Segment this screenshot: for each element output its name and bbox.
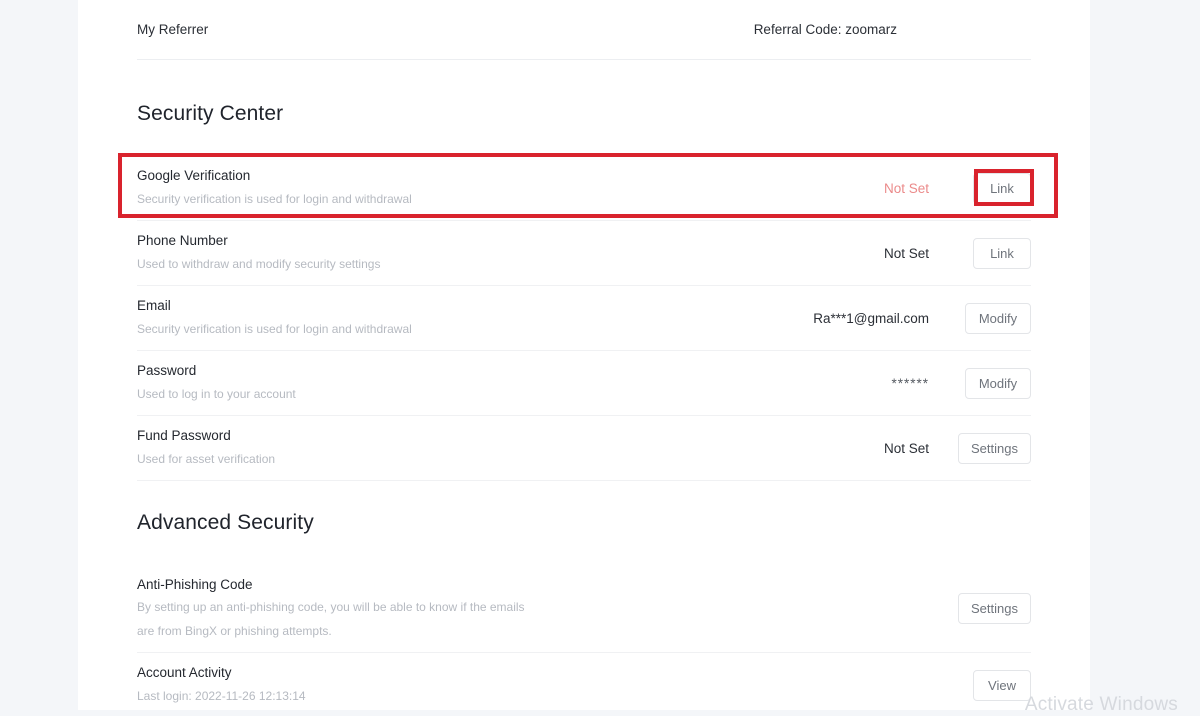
row-description: Last login: 2022-11-26 12:13:14 [137,688,306,703]
row-action: Settings [951,593,1031,624]
status-badge: Not Set [883,180,929,196]
row-title: Email [137,298,171,314]
activate-windows-watermark: Activate Windows [1024,694,1178,715]
row-texts: Fund Password Used for asset verificatio… [137,426,731,469]
settings-fund-password-button[interactable]: Settings [958,432,1031,464]
row-description: Security verification is used for login … [137,191,412,206]
security-center-rows: Google Verification Security verificatio… [137,156,1031,481]
row-action: Link [951,237,1031,269]
row-description: Security verification is used for login … [137,321,412,336]
row-texts: Password Used to log in to your account [137,361,731,404]
row-title: Password [137,363,197,379]
row-title: Phone Number [137,233,228,249]
modify-password-button[interactable]: Modify [965,367,1031,399]
advanced-security-title: Advanced Security [137,511,314,534]
row-title: Fund Password [137,428,231,444]
row-texts: Email Security verification is used for … [137,296,731,339]
referrer-row: My Referrer Referral Code: zoomarz [137,0,1031,60]
row-texts: Phone Number Used to withdraw and modify… [137,231,731,274]
link-phone-number-button[interactable]: Link [973,237,1031,269]
row-action: Modify [951,367,1031,399]
email-value: Ra***1@gmail.com [813,310,929,326]
settings-content: My Referrer Referral Code: zoomarz Secur… [137,0,1031,710]
modify-email-button[interactable]: Modify [965,302,1031,334]
referral-code-text: Referral Code: zoomarz [753,22,897,37]
security-center-title: Security Center [137,102,284,125]
advanced-security-rows: Anti-Phishing Code By setting up an anti… [137,565,1031,710]
row-action: Settings [951,432,1031,464]
password-mask-value: ****** [891,375,929,391]
row-description: Used to withdraw and modify security set… [137,256,381,271]
view-account-activity-button[interactable]: View [973,669,1031,701]
table-row-account-activity: Account Activity Last login: 2022-11-26 … [137,653,1031,710]
table-row-google-verification: Google Verification Security verificatio… [137,156,1031,221]
status-badge: Not Set [883,245,929,261]
table-row-password: Password Used to log in to your account … [137,351,1031,416]
my-referrer-label: My Referrer [137,22,209,37]
row-action: Link [951,172,1031,204]
table-row-email: Email Security verification is used for … [137,286,1031,351]
row-texts: Account Activity Last login: 2022-11-26 … [137,663,731,706]
table-row-fund-password: Fund Password Used for asset verificatio… [137,416,1031,481]
row-description: Used to log in to your account [137,386,296,401]
table-row-anti-phishing-code: Anti-Phishing Code By setting up an anti… [137,565,1031,653]
row-title: Google Verification [137,168,251,184]
row-action: View [951,669,1031,701]
row-title: Account Activity [137,665,232,681]
table-row-phone-number: Phone Number Used to withdraw and modify… [137,221,1031,286]
row-description: Used for asset verification [137,451,276,466]
row-action: Modify [951,302,1031,334]
row-title: Anti-Phishing Code [137,577,253,593]
status-badge: Not Set [883,440,929,456]
settings-anti-phishing-button[interactable]: Settings [958,593,1031,624]
row-texts: Google Verification Security verificatio… [137,166,731,209]
link-google-verification-button[interactable]: Link [973,172,1031,204]
settings-page-card: My Referrer Referral Code: zoomarz Secur… [78,0,1090,710]
row-texts: Anti-Phishing Code By setting up an anti… [137,575,731,642]
row-description-line-2: are from BingX or phishing attempts. [137,623,332,638]
row-description-line-1: By setting up an anti-phishing code, you… [137,600,525,615]
